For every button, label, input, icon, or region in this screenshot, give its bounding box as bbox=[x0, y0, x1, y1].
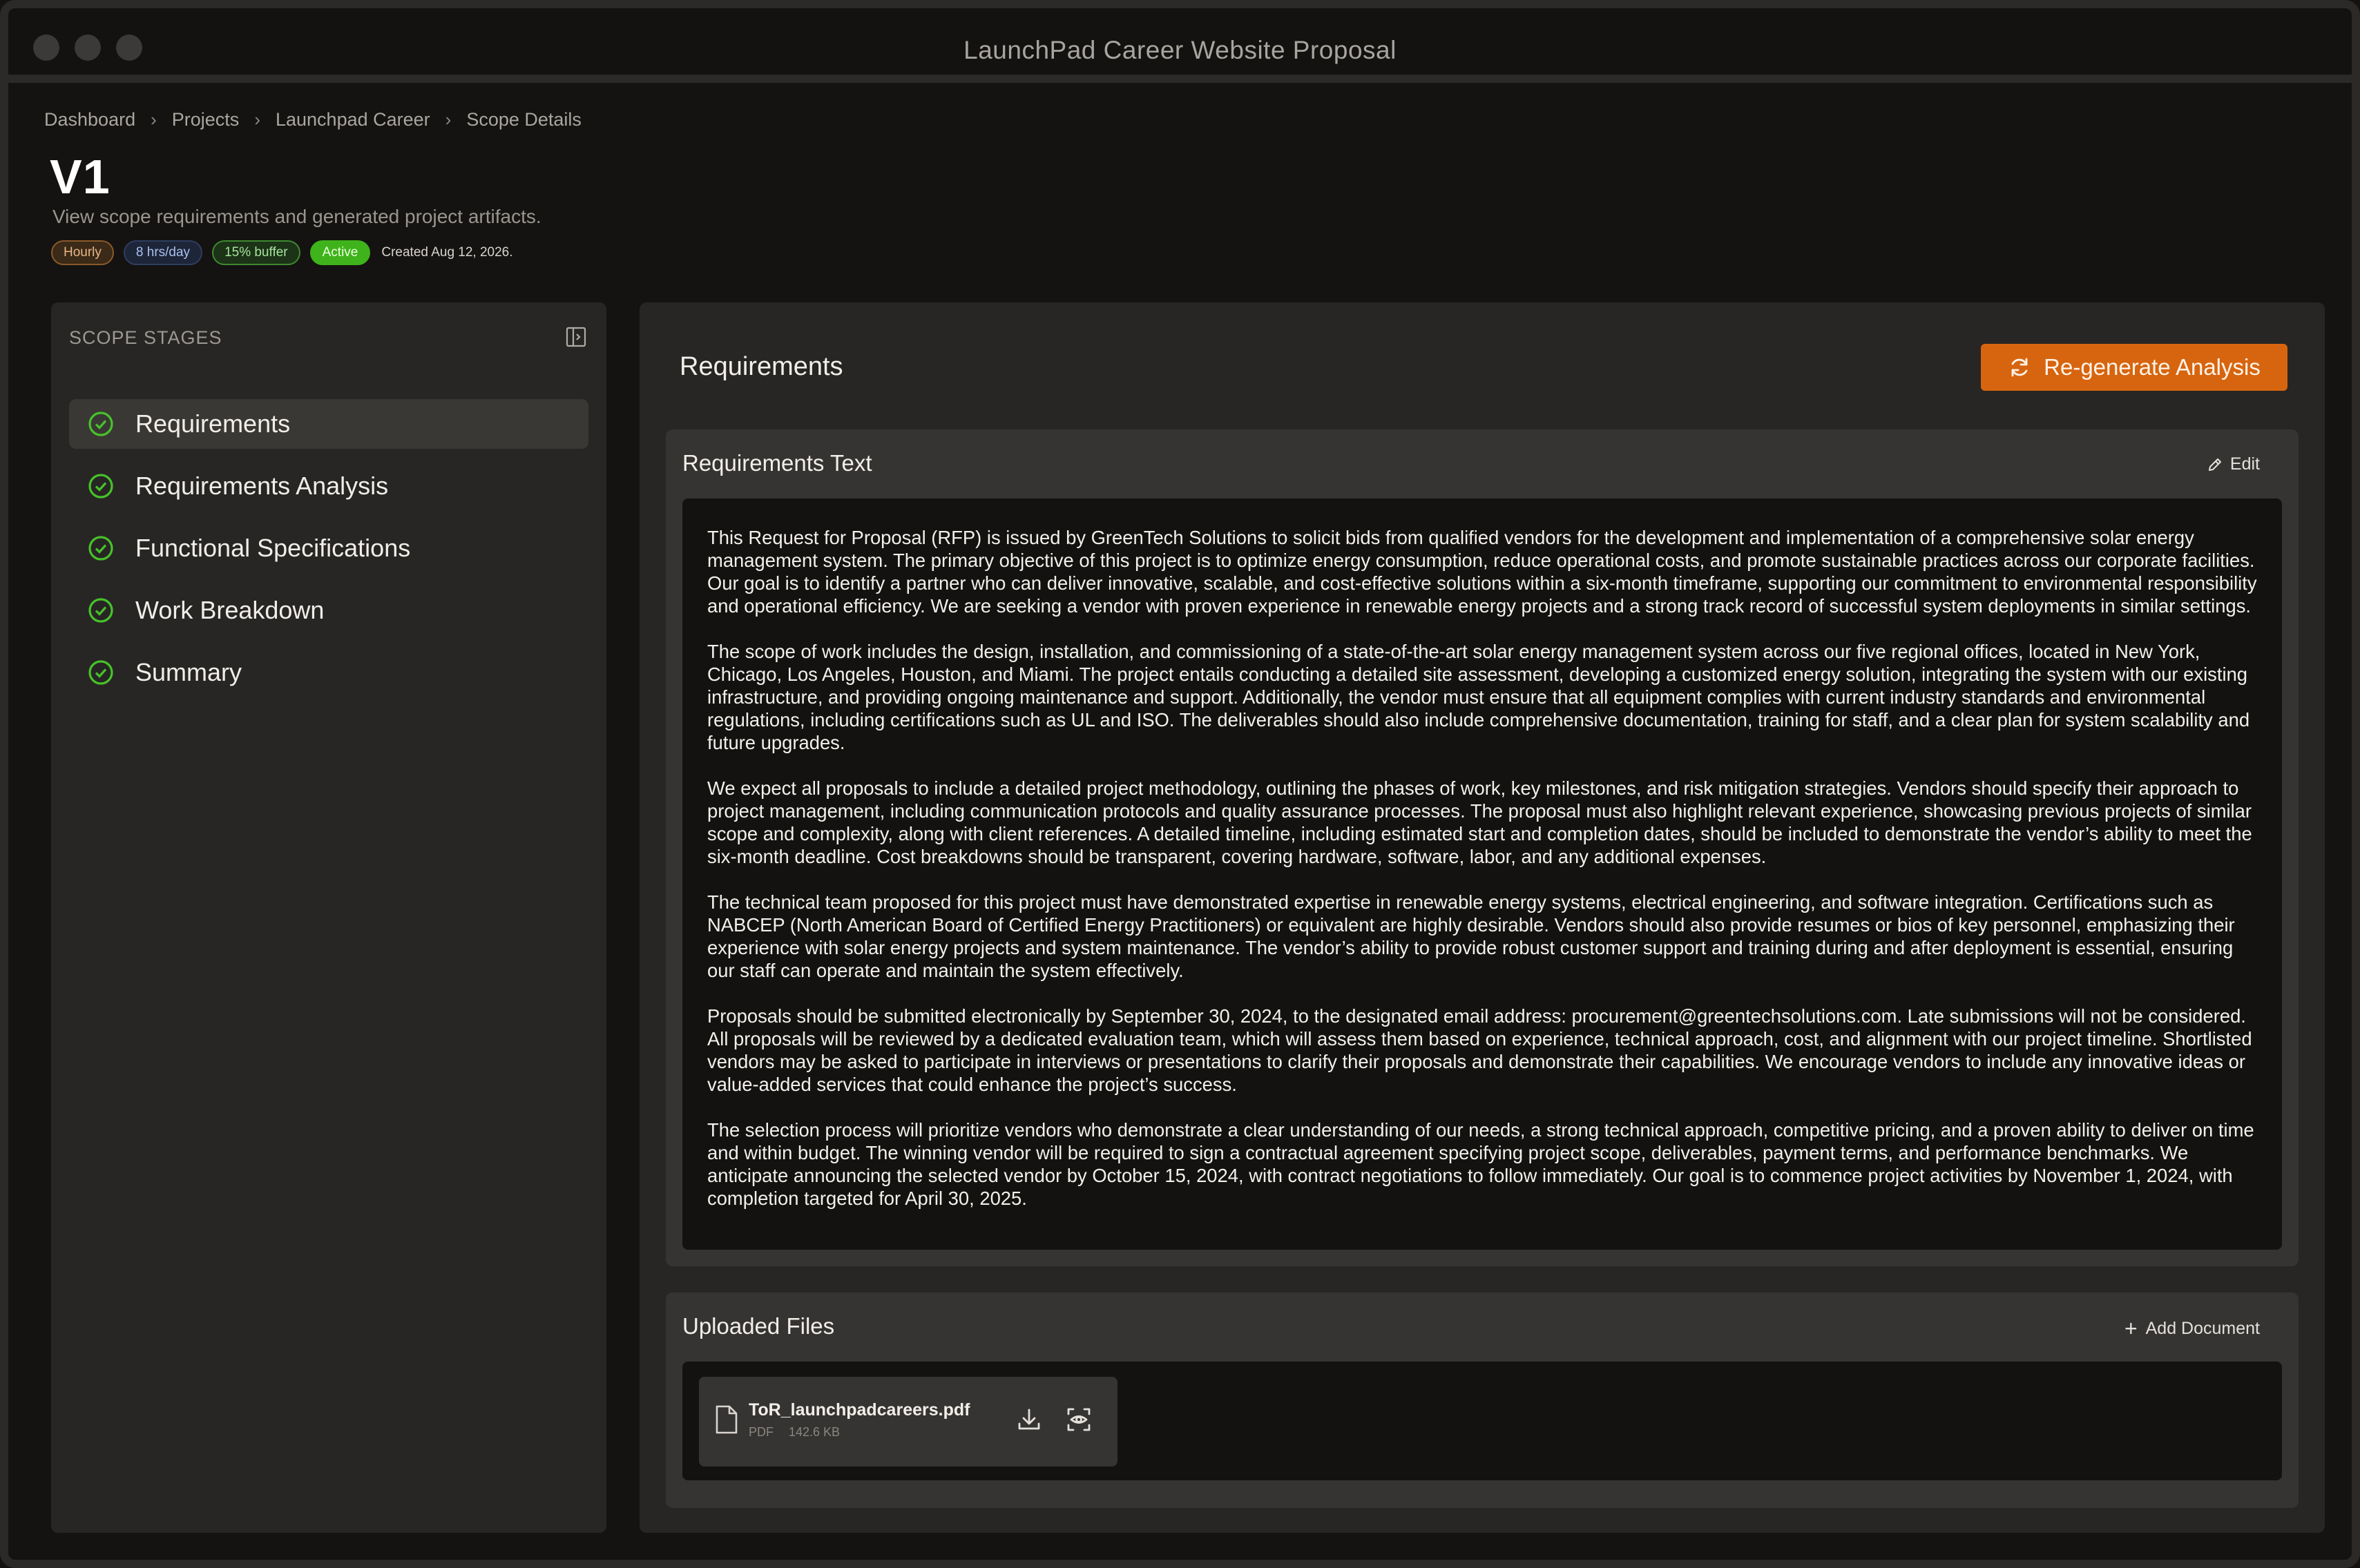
sidebar-item-requirements[interactable]: Requirements bbox=[69, 399, 588, 449]
check-circle-icon bbox=[88, 536, 113, 561]
sidebar-item-label: Functional Specifications bbox=[135, 534, 411, 562]
add-document-label: Add Document bbox=[2145, 1318, 2260, 1338]
created-date: Created Aug 12, 2026. bbox=[381, 245, 513, 260]
regenerate-label: Re-generate Analysis bbox=[2044, 354, 2261, 380]
sidebar-title: SCOPE STAGES bbox=[69, 327, 222, 348]
hours-badge: 8 hrs/day bbox=[123, 240, 203, 265]
requirements-paragraph: The selection process will prioritize ve… bbox=[707, 1119, 2254, 1209]
check-circle-icon bbox=[88, 598, 113, 623]
sidebar-item-label: Requirements bbox=[135, 409, 291, 438]
sidebar-item-label: Summary bbox=[135, 658, 242, 686]
breadcrumb-launchpad-career[interactable]: Launchpad Career bbox=[276, 109, 430, 130]
file-type: PDF bbox=[749, 1425, 774, 1439]
breadcrumb: Dashboard › Projects › Launchpad Career … bbox=[44, 109, 582, 130]
chevron-right-icon: › bbox=[151, 109, 157, 130]
refresh-icon bbox=[2011, 358, 2028, 377]
download-icon[interactable] bbox=[1015, 1406, 1043, 1433]
check-circle-icon bbox=[88, 412, 113, 436]
status-badge: Active bbox=[309, 240, 371, 265]
file-item[interactable]: ToR_launchpadcareers.pdf PDF 142.6 KB bbox=[699, 1377, 1117, 1467]
page-title: V1 bbox=[50, 150, 111, 204]
plus-icon: + bbox=[2124, 1316, 2138, 1341]
edit-button[interactable]: Edit bbox=[2207, 454, 2260, 474]
check-circle-icon bbox=[88, 660, 113, 685]
regenerate-analysis-button[interactable]: Re-generate Analysis bbox=[1981, 344, 2287, 391]
chevron-right-icon: › bbox=[254, 109, 260, 130]
document-icon bbox=[716, 1405, 738, 1434]
page-subtitle: View scope requirements and generated pr… bbox=[52, 206, 541, 227]
add-document-button[interactable]: + Add Document bbox=[2124, 1317, 2260, 1339]
app-window: LaunchPad Career Website Proposal Dashbo… bbox=[0, 0, 2360, 1568]
requirements-paragraph: Proposals should be submitted electronic… bbox=[707, 1005, 2252, 1095]
main-panel: Requirements Re-generate Analysis Requir… bbox=[640, 302, 2325, 1533]
requirements-paragraph: This Request for Proposal (RFP) is issue… bbox=[707, 527, 2257, 617]
buffer-badge: 15% buffer bbox=[212, 240, 300, 265]
badge-row: Hourly 8 hrs/day 15% buffer Active Creat… bbox=[51, 240, 513, 265]
sidebar-item-label: Work Breakdown bbox=[135, 596, 325, 624]
check-circle-icon bbox=[88, 474, 113, 499]
rate-badge: Hourly bbox=[51, 240, 114, 265]
sidebar-item-functional-specifications[interactable]: Functional Specifications bbox=[69, 523, 588, 573]
requirements-paragraph: The scope of work includes the design, i… bbox=[707, 641, 2250, 753]
file-meta: PDF 142.6 KB bbox=[749, 1425, 840, 1440]
preview-icon[interactable] bbox=[1065, 1406, 1093, 1433]
file-size: 142.6 KB bbox=[789, 1425, 841, 1439]
breadcrumb-projects[interactable]: Projects bbox=[172, 109, 240, 130]
requirements-text-card: Requirements Text Edit This Request for … bbox=[666, 429, 2299, 1266]
sidebar-item-work-breakdown[interactable]: Work Breakdown bbox=[69, 585, 588, 635]
card-title: Requirements Text bbox=[682, 450, 872, 476]
sidebar-collapse-icon[interactable] bbox=[565, 326, 587, 348]
files-list: ToR_launchpadcareers.pdf PDF 142.6 KB bbox=[682, 1362, 2282, 1480]
file-name: ToR_launchpadcareers.pdf bbox=[749, 1400, 970, 1420]
section-title: Requirements bbox=[680, 352, 843, 381]
breadcrumb-scope-details: Scope Details bbox=[466, 109, 582, 130]
card-title: Uploaded Files bbox=[682, 1313, 835, 1339]
sidebar-item-label: Requirements Analysis bbox=[135, 472, 389, 500]
sidebar-item-requirements-analysis[interactable]: Requirements Analysis bbox=[69, 461, 588, 511]
window-title: LaunchPad Career Website Proposal bbox=[963, 36, 1397, 64]
requirements-text-area[interactable]: This Request for Proposal (RFP) is issue… bbox=[682, 499, 2282, 1250]
requirements-paragraph: The technical team proposed for this pro… bbox=[707, 891, 2235, 981]
pencil-icon bbox=[2208, 458, 2221, 471]
scope-stages-sidebar: SCOPE STAGES Requirements Requirements A… bbox=[51, 302, 606, 1533]
chevron-right-icon: › bbox=[445, 109, 452, 130]
requirements-paragraph: We expect all proposals to include a det… bbox=[707, 777, 2252, 867]
uploaded-files-card: Uploaded Files + Add Document ToR_launch… bbox=[666, 1293, 2299, 1508]
breadcrumb-dashboard[interactable]: Dashboard bbox=[44, 109, 135, 130]
title-bar: LaunchPad Career Website Proposal bbox=[8, 8, 2352, 83]
sidebar-item-summary[interactable]: Summary bbox=[69, 648, 588, 697]
edit-label: Edit bbox=[2229, 454, 2260, 474]
